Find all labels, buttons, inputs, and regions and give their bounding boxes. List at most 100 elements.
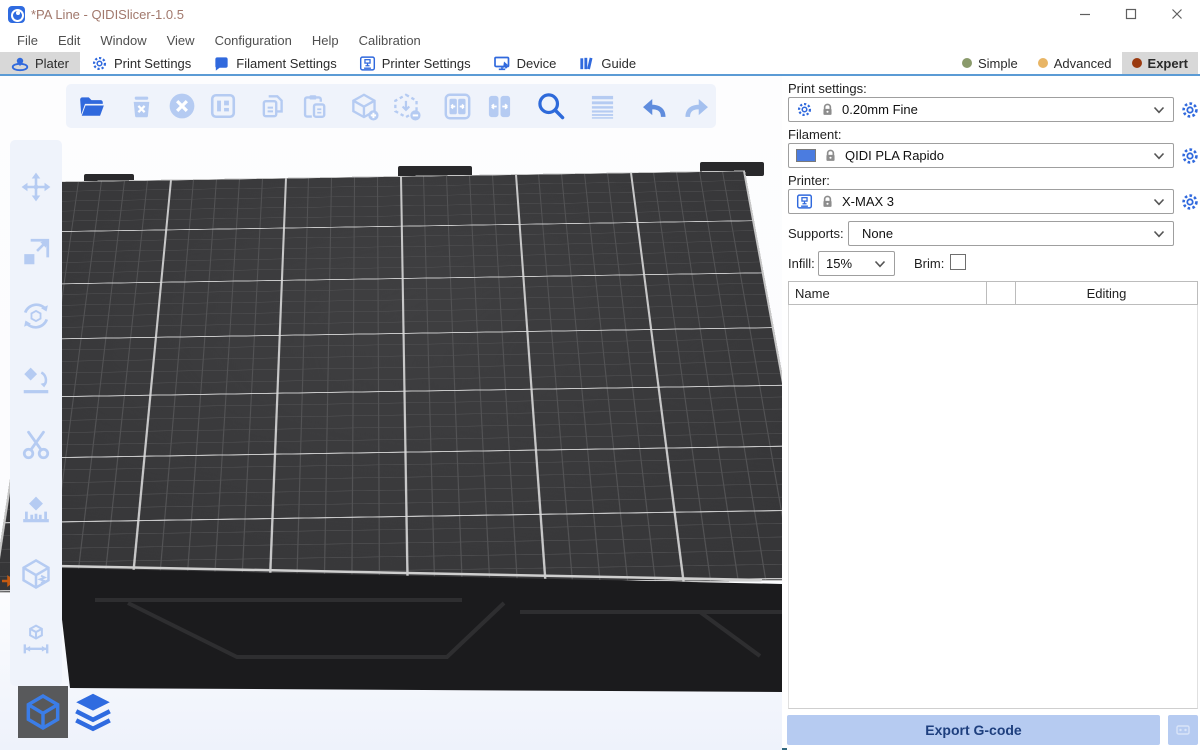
- simple-mode-dot-icon: [962, 58, 972, 68]
- scale-gizmo-button[interactable]: [19, 235, 53, 269]
- edit-print-settings-button[interactable]: [1179, 99, 1200, 121]
- place-on-face-gizmo-button[interactable]: [19, 364, 53, 398]
- menu-calibration[interactable]: Calibration: [349, 30, 431, 51]
- tab-print-settings[interactable]: Print Settings: [80, 52, 202, 74]
- sliced-layers-icon: [72, 691, 114, 733]
- undo-button[interactable]: [639, 91, 669, 121]
- paste-clipboard-icon: [300, 92, 328, 120]
- app-logo-icon: [8, 6, 25, 23]
- close-button[interactable]: [1154, 0, 1200, 28]
- rotate-icon: [19, 299, 53, 333]
- tab-printer-settings-label: Printer Settings: [382, 56, 471, 71]
- place-on-face-icon: [20, 365, 52, 397]
- window-title: *PA Line - QIDISlicer-1.0.5: [31, 7, 184, 22]
- chevron-down-icon: [1153, 152, 1165, 160]
- minimize-button[interactable]: [1062, 0, 1108, 28]
- tab-device[interactable]: Device: [482, 52, 568, 74]
- edit-filament-button[interactable]: [1179, 145, 1200, 167]
- menu-configuration[interactable]: Configuration: [205, 30, 302, 51]
- search-icon: [536, 91, 566, 121]
- print-settings-value: 0.20mm Fine: [842, 102, 1146, 117]
- move-icon: [20, 171, 52, 203]
- copy-button[interactable]: [259, 91, 287, 121]
- menu-edit[interactable]: Edit: [48, 30, 90, 51]
- print-settings-label: Print settings:: [788, 81, 867, 96]
- edit-printer-button[interactable]: [1179, 191, 1200, 213]
- redo-button[interactable]: [682, 91, 712, 121]
- supports-value: None: [856, 226, 1146, 241]
- column-extruder[interactable]: [987, 282, 1016, 304]
- split-objects-button[interactable]: [443, 91, 472, 121]
- support-paint-gizmo-button[interactable]: [19, 493, 53, 527]
- menu-help[interactable]: Help: [302, 30, 349, 51]
- infill-combo[interactable]: 15%: [818, 251, 895, 276]
- delete-button[interactable]: [128, 91, 155, 121]
- supports-combo[interactable]: None: [848, 221, 1174, 246]
- cube-plus-icon: [350, 92, 379, 121]
- filament-combo[interactable]: QIDI PLA Rapido: [788, 143, 1174, 168]
- trash-icon: [128, 93, 155, 120]
- redo-arrow-icon: [682, 91, 712, 122]
- export-gcode-button[interactable]: Export G-code: [787, 715, 1160, 745]
- filament-value: QIDI PLA Rapido: [845, 148, 1146, 163]
- object-list[interactable]: [788, 305, 1198, 709]
- rotate-gizmo-button[interactable]: [19, 299, 53, 333]
- tab-filament-settings[interactable]: Filament Settings: [202, 52, 347, 74]
- tab-printer-settings[interactable]: Printer Settings: [348, 52, 482, 74]
- tab-plater[interactable]: Plater: [0, 52, 80, 74]
- object-list-header: Name Editing: [788, 281, 1198, 305]
- viewport-3d[interactable]: [0, 76, 782, 750]
- column-editing[interactable]: Editing: [1016, 282, 1197, 304]
- export-options-button[interactable]: [1168, 715, 1198, 745]
- printer-icon: [359, 55, 376, 72]
- mode-simple[interactable]: Simple: [952, 52, 1028, 74]
- paste-button[interactable]: [300, 91, 328, 121]
- add-instance-button[interactable]: [350, 91, 379, 121]
- minimize-icon: [1079, 8, 1091, 20]
- gear-icon: [1180, 146, 1200, 166]
- guide-books-icon: [578, 55, 595, 72]
- settings-panel: Print settings: 0.20mm Fine Filament: QI…: [787, 76, 1200, 750]
- mode-expert-label: Expert: [1148, 56, 1188, 71]
- title-bar: *PA Line - QIDISlicer-1.0.5: [0, 0, 1200, 28]
- search-button[interactable]: [536, 91, 566, 121]
- editor-view-button[interactable]: [18, 686, 68, 738]
- tab-guide[interactable]: Guide: [567, 52, 647, 74]
- menu-window[interactable]: Window: [90, 30, 156, 51]
- supports-label: Supports:: [788, 226, 844, 241]
- split-parts-button[interactable]: [485, 91, 514, 121]
- mode-advanced[interactable]: Advanced: [1028, 52, 1122, 74]
- infill-value: 15%: [826, 256, 867, 271]
- chevron-down-icon: [1153, 106, 1165, 114]
- mode-expert[interactable]: Expert: [1122, 52, 1198, 74]
- preview-view-button[interactable]: [68, 686, 118, 738]
- cut-gizmo-button[interactable]: [19, 428, 53, 462]
- column-name[interactable]: Name: [789, 282, 987, 304]
- gear-icon: [796, 101, 813, 118]
- maximize-button[interactable]: [1108, 0, 1154, 28]
- view-mode-switcher: [18, 686, 118, 738]
- open-file-button[interactable]: [78, 91, 106, 121]
- close-icon: [1171, 8, 1183, 20]
- delete-all-button[interactable]: [168, 91, 196, 121]
- remove-instance-button[interactable]: [392, 91, 421, 121]
- gear-icon: [1180, 100, 1200, 120]
- move-gizmo-button[interactable]: [19, 170, 53, 204]
- brim-checkbox[interactable]: [950, 254, 966, 270]
- seam-icon: [19, 557, 53, 591]
- print-settings-combo[interactable]: 0.20mm Fine: [788, 97, 1174, 122]
- lock-icon: [823, 148, 838, 163]
- filament-color-swatch: [796, 149, 816, 162]
- lock-icon: [820, 102, 835, 117]
- menu-view[interactable]: View: [157, 30, 205, 51]
- measure-gizmo-button[interactable]: [19, 622, 53, 656]
- chevron-down-icon: [1153, 198, 1165, 206]
- seam-paint-gizmo-button[interactable]: [19, 557, 53, 591]
- menu-file[interactable]: File: [7, 30, 48, 51]
- open-folder-icon: [78, 92, 106, 120]
- arrange-button[interactable]: [209, 91, 237, 121]
- printer-combo[interactable]: X-MAX 3: [788, 189, 1174, 214]
- variable-layer-height-button[interactable]: [588, 91, 617, 121]
- device-monitor-icon: [493, 54, 511, 72]
- scissors-cut-icon: [20, 429, 52, 461]
